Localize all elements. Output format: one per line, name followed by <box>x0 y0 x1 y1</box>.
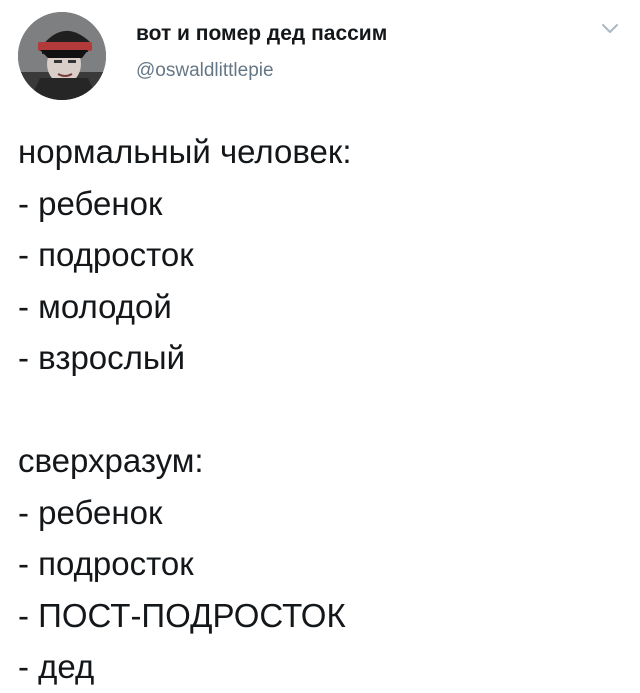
list-item: - ребенок <box>18 493 163 531</box>
author-names: вот и помер дед пассим @oswaldlittlepie <box>136 22 387 82</box>
tweet: вот и помер дед пассим @oswaldlittlepie … <box>0 0 640 685</box>
list-item: - ребенок <box>18 184 163 222</box>
list-item: - молодой <box>18 287 172 325</box>
list-item: - дед <box>18 648 95 685</box>
section-heading-supermind: сверхразум: <box>18 442 204 479</box>
section-heading-normal: нормальный человек: <box>18 133 352 170</box>
list-item: - подросток <box>18 236 194 273</box>
list-item: - подросток <box>18 545 194 582</box>
list-item: - взрослый <box>18 339 186 376</box>
chevron-down-icon[interactable] <box>600 22 620 36</box>
tweet-text: нормальный человек: - ребенок - подросто… <box>18 126 624 693</box>
author-handle[interactable]: @oswaldlittlepie <box>136 60 387 82</box>
tweet-header: вот и помер дед пассим @oswaldlittlepie <box>18 12 622 104</box>
author-display-name[interactable]: вот и помер дед пассим <box>136 22 387 46</box>
avatar-photo-icon <box>18 12 106 100</box>
avatar[interactable] <box>18 12 106 100</box>
list-item: - ПОСТ-ПОДРОСТОК <box>18 596 346 634</box>
